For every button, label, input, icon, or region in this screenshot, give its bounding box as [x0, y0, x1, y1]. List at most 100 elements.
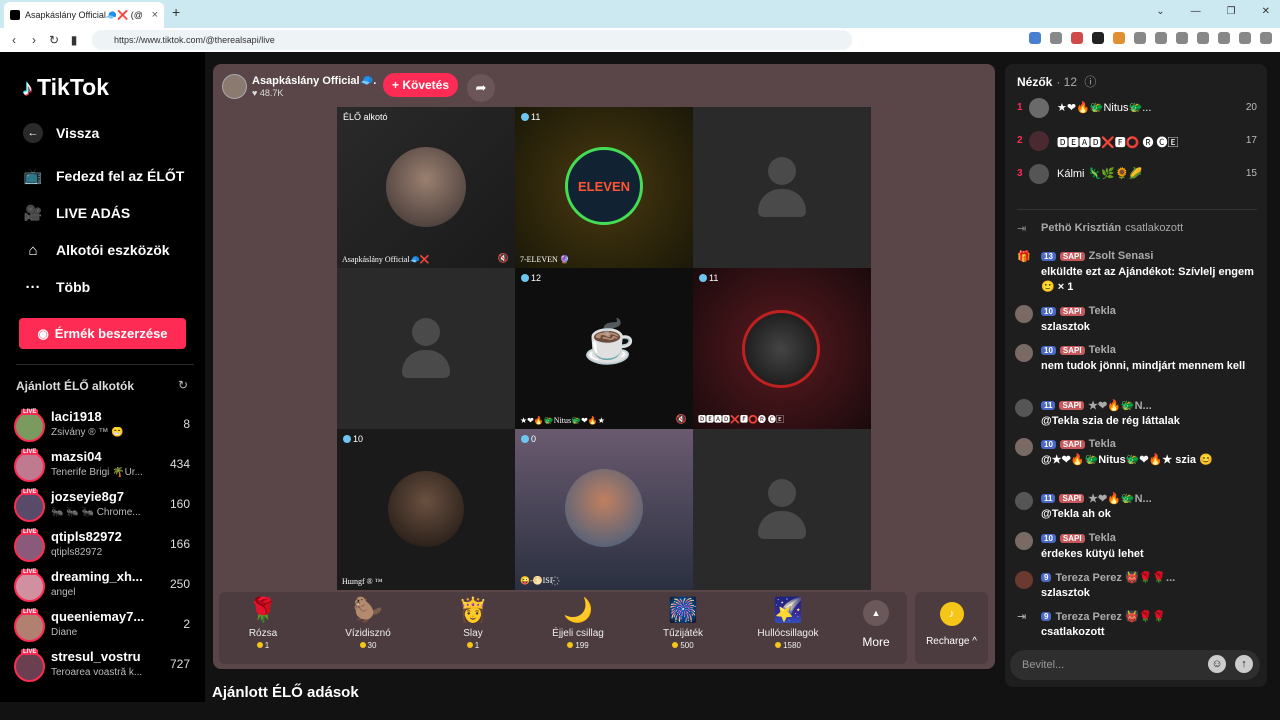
- emoji-icon[interactable]: ☺: [1208, 655, 1226, 673]
- extension-icon[interactable]: [1113, 32, 1125, 44]
- empty-seat[interactable]: [693, 107, 871, 268]
- restore-icon[interactable]: ❐: [1227, 6, 1236, 17]
- recharge-button[interactable]: ♪ Recharge ^: [915, 592, 988, 664]
- tiktok-logo[interactable]: ♪ TikTok: [22, 74, 109, 101]
- gift-night-star[interactable]: 🌙 Éjjeli csillag 199: [538, 596, 618, 660]
- gift-fireworks[interactable]: 🎆 Tűzijáték 500: [643, 596, 723, 660]
- gift-icon: 🎁: [1017, 251, 1031, 263]
- coffee-cup-icon: ☕: [583, 318, 636, 365]
- guest-cell[interactable]: ELEVEN 11 7-ELEVEN 🔮: [515, 107, 693, 268]
- creator-name: mazsi04: [51, 449, 102, 464]
- close-tab-icon[interactable]: ×: [152, 9, 158, 21]
- back-icon[interactable]: ‹: [4, 33, 24, 47]
- forward-icon[interactable]: ›: [24, 33, 44, 47]
- chat-username[interactable]: Tekla: [1089, 305, 1116, 317]
- chat-username[interactable]: Tekla: [1089, 438, 1116, 450]
- new-tab-icon[interactable]: +: [172, 4, 180, 20]
- rank: 1: [1017, 102, 1023, 113]
- follow-button[interactable]: + Követés: [383, 73, 458, 97]
- guest-name: 7-ELEVEN 🔮: [520, 255, 570, 264]
- empty-seat[interactable]: [693, 429, 871, 590]
- chat-username[interactable]: ★❤🔥🐲N...: [1088, 492, 1152, 505]
- chat-username[interactable]: Tereza Perez 👹🌹🌹: [1055, 610, 1166, 623]
- viewer-score: 17: [1245, 135, 1257, 146]
- chat-text: csatlakozott: [1041, 626, 1105, 638]
- browser-tab[interactable]: Asapkáslány Official🧢❌ (@ ×: [4, 2, 164, 28]
- back-link[interactable]: ← Vissza: [22, 122, 99, 144]
- gift-capybara[interactable]: 🦫 Vízidisznó 30: [328, 596, 408, 660]
- chat-username[interactable]: Tereza Perez 👹🌹🌹...: [1055, 571, 1175, 584]
- chat-username[interactable]: Tekla: [1089, 532, 1116, 544]
- extension-icon[interactable]: [1134, 32, 1146, 44]
- guest-avatar: [386, 147, 466, 227]
- camera-icon: 🎥: [23, 205, 43, 222]
- more-gifts-button[interactable]: ▲ More: [855, 600, 897, 649]
- close-window-icon[interactable]: ✕: [1262, 6, 1270, 17]
- extension-icon[interactable]: [1155, 32, 1167, 44]
- creator-item[interactable]: LIVE qtipls82972 qtipls82972 166: [14, 529, 194, 567]
- send-icon[interactable]: ↑: [1235, 655, 1253, 673]
- menu-icon[interactable]: [1260, 32, 1272, 44]
- nav-creator-tools[interactable]: ⌂ Alkotói eszközök: [22, 239, 169, 261]
- nav-live-studio[interactable]: 🎥 LIVE ADÁS: [22, 202, 131, 224]
- top-viewer-row[interactable]: 2 🅳🅴🅰🅳❌🅵⭕ 🅡 🅒🄴 17: [1017, 131, 1257, 153]
- refresh-icon[interactable]: ↻: [178, 378, 188, 392]
- gift-price: 1: [433, 641, 513, 650]
- viewers-header: Nézők · 12 ⓘ: [1017, 73, 1096, 90]
- extension-icon[interactable]: [1050, 32, 1062, 44]
- gift-badge: 12: [521, 273, 541, 283]
- creator-item[interactable]: LIVE jozseyie8g7 🐜 🐜 🐜 Chrome... 160: [14, 489, 194, 527]
- extension-icon[interactable]: [1176, 32, 1188, 44]
- viewer-name: Kálmi 🦎🌿🌻🌽: [1057, 168, 1143, 180]
- night-star-icon: 🌙: [563, 597, 593, 624]
- gift-rose[interactable]: 🌹 Rózsa 1: [223, 596, 303, 660]
- info-icon[interactable]: ⓘ: [1084, 75, 1096, 89]
- empty-seat[interactable]: [337, 268, 515, 429]
- bookmark-icon[interactable]: ▮: [64, 33, 84, 47]
- extension-icon[interactable]: [1218, 32, 1230, 44]
- top-viewer-row[interactable]: 1 ★❤🔥🐲Nitus🐲... 20: [1017, 98, 1257, 120]
- guest-cell[interactable]: 10 Hшngf ® ™: [337, 429, 515, 590]
- creator-item[interactable]: LIVE stresul_vostru Teroarea voastră k..…: [14, 649, 194, 687]
- host-name[interactable]: Asapkáslány Official🧢...: [252, 74, 377, 87]
- extension-icon[interactable]: [1071, 32, 1083, 44]
- url-field[interactable]: https://www.tiktok.com/@therealsapi/live: [92, 30, 852, 50]
- guest-cell[interactable]: 0 😜-🌕ISI-꙰: [515, 429, 693, 590]
- guest-cell[interactable]: ☕ 12 ★❤🔥🐲Nitus🐲❤🔥★ 🔇: [515, 268, 693, 429]
- extension-icon[interactable]: [1239, 32, 1251, 44]
- gift-badge: 0: [521, 434, 536, 444]
- minimize-icon[interactable]: —: [1191, 6, 1201, 17]
- creator-item[interactable]: LIVE dreaming_xh... angel 250: [14, 569, 194, 607]
- fan-badge: SAPI: [1059, 345, 1085, 355]
- user-placeholder-icon: [412, 318, 440, 346]
- chat-text: szlasztok: [1041, 321, 1090, 333]
- gift-slay[interactable]: 👸 Slay 1: [433, 596, 513, 660]
- extension-icon[interactable]: [1029, 32, 1041, 44]
- gift-badge: 11: [699, 273, 718, 283]
- nav-more[interactable]: ··· Több: [22, 276, 91, 298]
- guest-cell[interactable]: 11 🅳🅴🅰🅳❌🅵⭕🅡 🅒🄴: [693, 268, 871, 429]
- gift-shooting-stars[interactable]: 🌠 Hullócsillagok 1580: [748, 596, 828, 660]
- reload-icon[interactable]: ↻: [44, 33, 64, 47]
- chat-username[interactable]: ★❤🔥🐲N...: [1088, 399, 1152, 412]
- nav-explore-live[interactable]: 📺 Fedezd fel az ÉLŐT: [22, 165, 185, 187]
- chat-username[interactable]: Tekla: [1089, 344, 1116, 356]
- guest-cell[interactable]: ÉLŐ alkotó Asapkáslány Official🧢❌ 🔇: [337, 107, 515, 268]
- creator-item[interactable]: LIVE laci1918 Zsivány ® ™ 😁 8: [14, 409, 194, 447]
- collapse-icon[interactable]: ⌄: [1156, 6, 1164, 17]
- chat-username[interactable]: Zsolt Senasi: [1089, 250, 1154, 262]
- avatar: [1015, 344, 1033, 362]
- gift-price: 199: [538, 641, 618, 650]
- top-viewer-row[interactable]: 3 Kálmi 🦎🌿🌻🌽 15: [1017, 164, 1257, 186]
- page: ♪ TikTok ← Vissza 📺 Fedezd fel az ÉLŐT 🎥…: [0, 52, 1280, 720]
- chat-username[interactable]: Pethö Krisztián: [1041, 222, 1121, 234]
- share-icon[interactable]: ➦: [467, 74, 495, 102]
- guest-grid: ÉLŐ alkotó Asapkáslány Official🧢❌ 🔇 ELEV…: [337, 107, 871, 591]
- creator-item[interactable]: LIVE queeniemay7... Diane 2: [14, 609, 194, 647]
- recharge-label: Recharge ^: [926, 636, 977, 647]
- creator-item[interactable]: LIVE mazsi04 Tenerife Brigi 🌴Úr... 434: [14, 449, 194, 487]
- get-coins-button[interactable]: ◉ Érmék beszerzése: [19, 318, 186, 349]
- extension-icon[interactable]: [1197, 32, 1209, 44]
- host-avatar[interactable]: [222, 73, 247, 99]
- extension-icon[interactable]: [1092, 32, 1104, 44]
